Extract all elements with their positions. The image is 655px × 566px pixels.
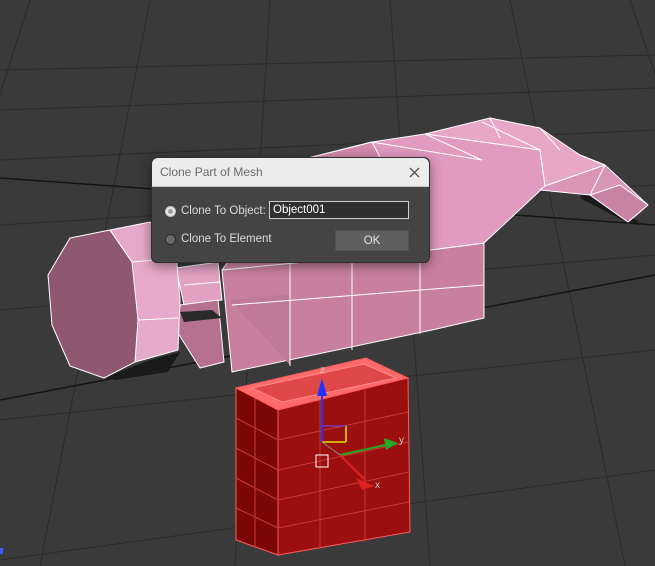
clone-to-object-label[interactable]: Clone To Object: xyxy=(181,205,266,217)
dialog-title: Clone Part of Mesh xyxy=(160,165,263,179)
ok-button[interactable]: OK xyxy=(335,230,409,251)
corner-marker xyxy=(0,548,3,554)
gizmo-x-label: x xyxy=(375,480,380,491)
gizmo-z-label: z xyxy=(320,365,325,376)
dialog-titlebar[interactable]: Clone Part of Mesh xyxy=(152,158,429,187)
object-name-input[interactable] xyxy=(269,201,409,219)
close-button[interactable] xyxy=(405,163,423,181)
close-icon xyxy=(409,167,419,177)
clone-to-object-radio[interactable] xyxy=(165,206,176,217)
3d-viewport[interactable]: z y x xyxy=(0,0,655,566)
clone-part-of-mesh-dialog: Clone Part of Mesh Clone To Object: Clon… xyxy=(151,157,430,263)
clone-to-element-label[interactable]: Clone To Element xyxy=(181,233,272,245)
gizmo-y-label: y xyxy=(399,435,404,446)
clone-to-element-radio[interactable] xyxy=(165,234,176,245)
